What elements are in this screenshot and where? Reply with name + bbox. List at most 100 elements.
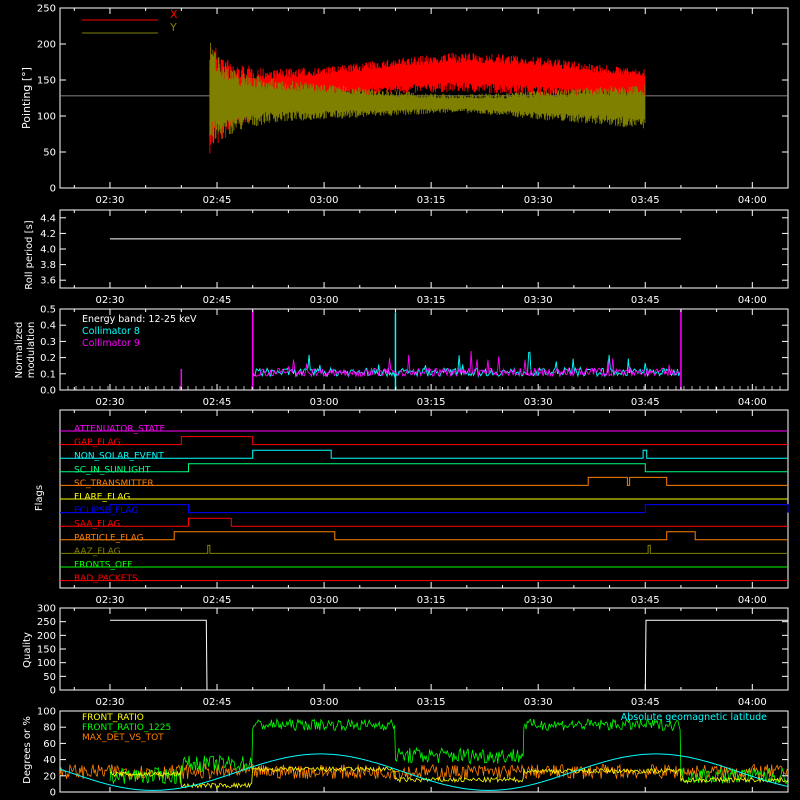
modulation-ylabel-1: Normalized (14, 322, 25, 379)
ratios-ylabel: Degrees or % (22, 716, 33, 784)
modulation-legend-title: Energy band: 12-25 keV (82, 314, 197, 325)
xtick-label: 03:45 (631, 295, 660, 306)
xtick-label: 02:45 (203, 195, 232, 206)
pointing-data (60, 42, 788, 154)
legend-label-FRONT_RATIO: FRONT_RATIO (82, 713, 144, 723)
flag-label-attenuator_state: ATTENUATOR_STATE (74, 425, 166, 435)
xtick-label: 03:15 (417, 697, 446, 708)
flag-label-flare_flag: FLARE_FLAG (74, 493, 130, 503)
series-Y-line (209, 42, 646, 144)
ytick-label: 150 (37, 76, 56, 87)
flag-line-aaz_flag (60, 544, 788, 554)
ytick-label: 0.5 (40, 305, 56, 316)
series-geomagnetic-latitude-line (59, 753, 789, 791)
flags-ylabel: Flags (34, 485, 45, 511)
xtick-label: 02:30 (96, 295, 125, 306)
xtick-label: 03:15 (417, 397, 446, 408)
roll-xticks: 02:30 02:45 03:00 03:15 03:30 03:45 04:00 (73, 210, 767, 306)
legend-label-FRONT_RATIO_1225: FRONT_RATIO_1225 (82, 723, 171, 733)
xtick-label: 03:45 (631, 697, 660, 708)
xtick-label: 03:45 (631, 397, 660, 408)
series-Collimator-9-line (252, 350, 681, 378)
modulation-legend: Energy band: 12-25 keVCollimator 8Collim… (82, 314, 197, 349)
xtick-label: 02:45 (203, 595, 232, 606)
flag-line-non_solar_event (60, 449, 788, 459)
xtick-label: 03:45 (631, 195, 660, 206)
quality-ylabel: Quality (22, 632, 33, 668)
panel-quality: 050100150200250300 02:30 02:45 03:00 03:15 0… (22, 604, 789, 708)
xtick-label: 02:45 (203, 697, 232, 708)
ytick-label: 0.4 (40, 321, 56, 332)
legend-label-MAX_DET_VS_TOT: MAX_DET_VS_TOT (82, 733, 164, 743)
ytick-label: 50 (43, 148, 56, 159)
quality-line (110, 619, 788, 691)
flag-label-eclipse_flag: ECLIPSE_FLAG (74, 506, 138, 516)
ytick-label: 4.2 (40, 229, 56, 240)
flag-label-sc_in_sunlight: SC_IN_SUNLIGHT (74, 465, 151, 475)
ratios-legend: FRONT_RATIOFRONT_RATIO_1225MAX_DET_VS_TO… (82, 712, 767, 743)
pointing-ylabel: Pointing [°] (20, 67, 33, 129)
xtick-label: 04:00 (738, 595, 767, 606)
quality-xticks: 02:30 02:45 03:00 03:15 03:30 03:45 04:00 (73, 608, 767, 708)
xtick-label: 03:00 (310, 397, 339, 408)
ytick-label: 50 (43, 672, 56, 683)
ytick-label: 0.2 (40, 353, 56, 364)
ytick-label: 3.8 (40, 260, 56, 271)
panel-ratios: 0 20 40 60 80 100 Degrees or % FRONT_RATIOFRO… (22, 707, 789, 799)
xtick-label: 03:00 (310, 697, 339, 708)
xtick-label: 04:00 (738, 397, 767, 408)
flag-label-fronts_off: FRONTS_OFF (74, 561, 132, 571)
xtick-label: 03:15 (417, 195, 446, 206)
ytick-label: 100 (37, 707, 56, 718)
xtick-label: 03:45 (631, 595, 660, 606)
panel-modulation: 0.0 0.1 0.2 0.3 0.4 0.5 02:30 02:45 03:00 03:15 0… (14, 305, 789, 408)
panel-roll-period: 3.6 3.8 4.0 4.2 4.4 02:30 02:45 03:00 03:15 03:3… (24, 209, 789, 306)
xtick-label: 02:30 (96, 397, 125, 408)
roll-ylabel: Roll period [s] (24, 220, 35, 289)
xtick-label: 02:45 (203, 397, 232, 408)
roll-yaxis: 3.6 3.8 4.0 4.2 4.4 (40, 213, 788, 287)
panel-flags: ATTENUATOR_STATE GAP_FLAG NON_SOLAR_EVENT S… (34, 409, 789, 606)
ytick-label: 40 (43, 755, 56, 766)
flag-label-non_solar_event: NON_SOLAR_EVENT (74, 452, 164, 462)
ytick-label: 250 (37, 4, 56, 15)
quality-yaxis: 0 50 100 150 200 250 300 (37, 604, 788, 697)
flag-label-gap_flag: GAP_FLAG (74, 438, 120, 448)
ytick-label: 200 (37, 631, 56, 642)
roll-frame (59, 209, 789, 289)
flag-line-particle_flag (60, 531, 788, 541)
flag-label-saa_flag: SAA_FLAG (74, 520, 120, 530)
xtick-label: 03:00 (310, 595, 339, 606)
xtick-label: 03:30 (524, 697, 553, 708)
xtick-label: 03:30 (524, 397, 553, 408)
flag-line-gap_flag (60, 436, 788, 446)
flags-data: ATTENUATOR_STATE GAP_FLAG NON_SOLAR_EVENT S… (60, 425, 789, 584)
xtick-label: 02:30 (96, 595, 125, 606)
xtick-label: 04:00 (738, 295, 767, 306)
pointing-legend: XY (82, 8, 178, 34)
ytick-label: 250 (37, 617, 56, 628)
ytick-label: 300 (37, 604, 56, 615)
xtick-label: 03:15 (417, 595, 446, 606)
legend-label-X: X (170, 8, 178, 21)
flag-line-sc_in_sunlight (60, 463, 788, 473)
legend-label-geomagnetic-latitude: Absolute geomagnetic latitude (621, 712, 767, 723)
xtick-label: 03:00 (310, 195, 339, 206)
ytick-label: 20 (43, 771, 56, 782)
flag-label-particle_flag: PARTICLE_FLAG (74, 533, 144, 543)
quality-data (110, 619, 788, 691)
ytick-label: 100 (37, 658, 56, 669)
xtick-label: 03:30 (524, 195, 553, 206)
flag-label-bad_packets: BAD_PACKETS (74, 574, 138, 584)
xtick-label: 03:30 (524, 295, 553, 306)
xtick-label: 03:30 (524, 595, 553, 606)
ytick-label: 0.3 (40, 337, 56, 348)
xtick-label: 02:30 (96, 697, 125, 708)
ytick-label: 0.1 (40, 369, 56, 380)
ytick-label: 0 (50, 686, 56, 697)
xtick-label: 04:00 (738, 195, 767, 206)
ytick-label: 0.0 (40, 386, 56, 397)
xtick-label: 03:00 (310, 295, 339, 306)
ytick-label: 80 (43, 723, 56, 734)
xtick-label: 02:30 (96, 195, 125, 206)
